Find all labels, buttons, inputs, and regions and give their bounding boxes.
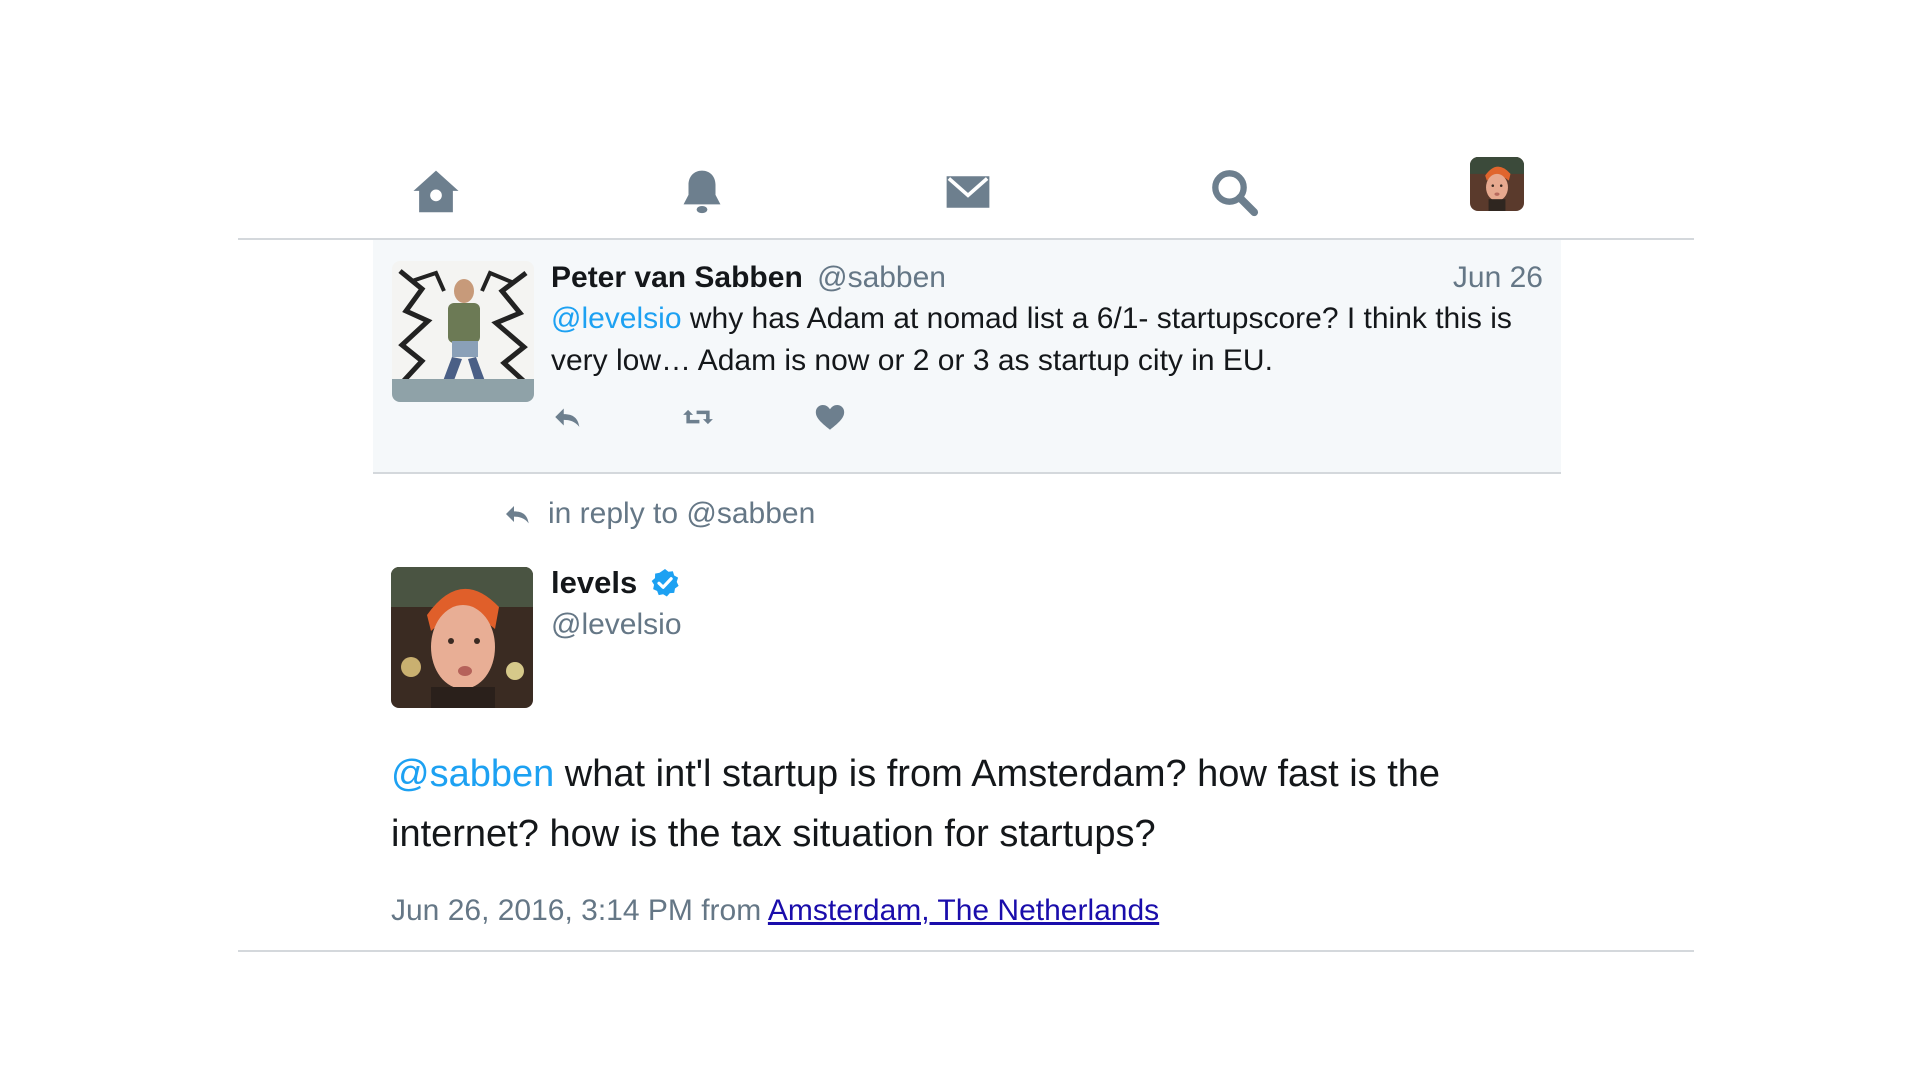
avatar-image xyxy=(392,261,534,402)
mention-link[interactable]: @sabben xyxy=(391,753,554,795)
reply-arrow-icon xyxy=(506,506,529,524)
mention-link[interactable]: @levelsio xyxy=(551,302,682,335)
author-name[interactable]: Peter van Sabben xyxy=(551,261,803,294)
top-nav-bar xyxy=(238,130,1694,240)
heart-icon xyxy=(815,404,845,430)
retweet-icon-glyph xyxy=(683,409,713,425)
avatar-image xyxy=(391,567,533,708)
parent-tweet-text: @levelsio why has Adam at nomad list a 6… xyxy=(551,298,1531,382)
reply-icon-glyph xyxy=(555,408,580,427)
timestamp-text: Jun 26, 2016, 3:14 PM from xyxy=(391,894,768,927)
avatar[interactable] xyxy=(391,567,533,708)
profile-avatar-image xyxy=(1470,157,1524,211)
notifications-icon[interactable] xyxy=(670,160,734,224)
parent-tweet-header: Peter van Sabben @sabben Jun 26 xyxy=(551,260,1543,296)
home-icon[interactable] xyxy=(404,160,468,224)
profile-avatar[interactable] xyxy=(1465,152,1529,216)
divider xyxy=(238,950,1694,952)
parent-tweet[interactable]: Peter van Sabben @sabben Jun 26 @levelsi… xyxy=(373,240,1561,474)
tweet-date[interactable]: Jun 26 xyxy=(1453,260,1543,296)
bell-icon xyxy=(683,170,721,214)
retweet-icon[interactable] xyxy=(681,400,721,440)
like-icon[interactable] xyxy=(813,400,853,440)
tweet-body: why has Adam at nomad list a 6/1- startu… xyxy=(551,302,1512,377)
author-handle[interactable]: @sabben xyxy=(817,261,946,294)
author-name[interactable]: levels xyxy=(551,564,637,602)
magnifier-icon xyxy=(1212,170,1259,217)
tweet-timestamp: Jun 26, 2016, 3:14 PM from Amsterdam, Th… xyxy=(391,892,1159,930)
reply-icon[interactable] xyxy=(551,400,591,440)
in-reply-to[interactable]: in reply to @sabben xyxy=(502,496,815,532)
avatar[interactable] xyxy=(392,261,534,402)
in-reply-to-label: in reply to @sabben xyxy=(548,497,816,530)
envelope-icon xyxy=(946,176,990,208)
home-icon-glyph xyxy=(413,170,459,213)
author-handle[interactable]: @levelsio xyxy=(551,606,682,644)
main-tweet-text: @sabben what int'l startup is from Amste… xyxy=(391,744,1531,864)
messages-icon[interactable] xyxy=(936,160,1000,224)
search-icon[interactable] xyxy=(1202,160,1266,224)
verified-badge-icon xyxy=(651,569,679,597)
author-name-row: levels xyxy=(551,564,681,602)
location-link[interactable]: Amsterdam, The Netherlands xyxy=(768,894,1159,927)
